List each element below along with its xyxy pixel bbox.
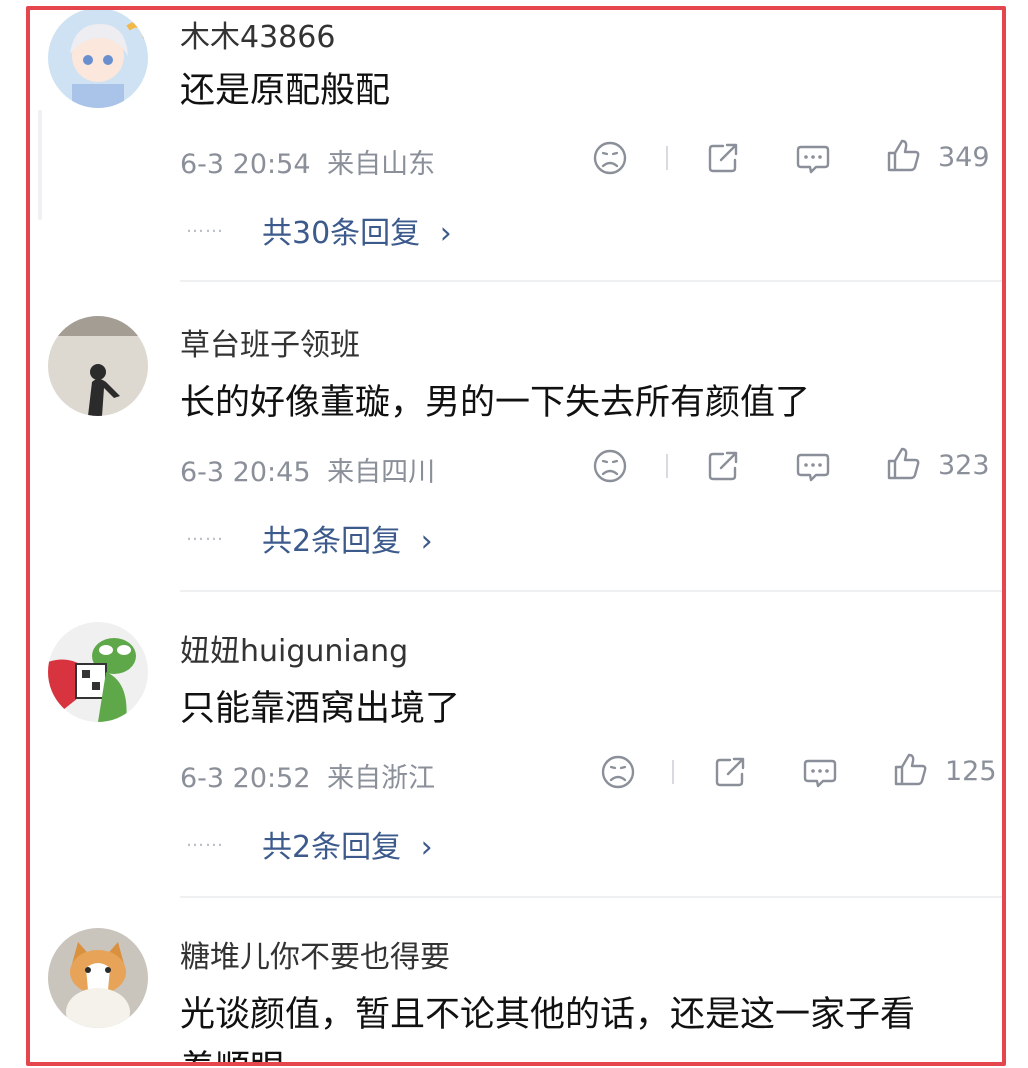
- dislike-icon[interactable]: [590, 138, 630, 178]
- comment-divider: [180, 280, 1002, 282]
- comment-location: 来自四川: [327, 457, 436, 488]
- comment-text: 只能靠酒窝出境了: [180, 689, 461, 729]
- share-icon[interactable]: [710, 752, 750, 792]
- comment-meta: 6-3 20:52 来自浙江: [180, 756, 435, 795]
- comment-text: 还是原配般配: [180, 71, 391, 111]
- dots-icon: ……: [186, 216, 224, 237]
- comment-list-frame: 木木43866 还是原配般配 6-3 20:54 来自山东 349 …… 共30…: [26, 6, 1006, 1066]
- comment-meta: 6-3 20:54 来自山东: [180, 142, 435, 181]
- dots-icon: ……: [186, 830, 224, 851]
- avatar[interactable]: [48, 10, 148, 108]
- comment-icon[interactable]: [793, 138, 833, 178]
- comment-time: 6-3 20:52: [180, 763, 311, 794]
- cat-avatar-icon: [48, 928, 148, 1028]
- share-icon[interactable]: [703, 138, 743, 178]
- username[interactable]: 妞妞huiguniang: [180, 626, 408, 670]
- chevron-right-icon: ›: [420, 830, 433, 865]
- dots-icon: ……: [186, 524, 224, 545]
- divider: [666, 146, 668, 170]
- like-count: 349: [938, 142, 990, 173]
- thumbs-up-icon[interactable]: [883, 136, 923, 176]
- divider: [672, 760, 674, 784]
- comment-text: 长的好像董璇，男的一下失去所有颜值了: [180, 383, 811, 423]
- chevron-right-icon: ›: [420, 524, 433, 559]
- person-silhouette-avatar-icon: [48, 316, 148, 416]
- comment-icon[interactable]: [793, 446, 833, 486]
- view-replies-link[interactable]: 共30条回复 ›: [262, 208, 452, 252]
- avatar[interactable]: [48, 928, 148, 1028]
- comment-divider: [180, 590, 1002, 592]
- chevron-right-icon: ›: [439, 216, 452, 251]
- comment-time: 6-3 20:54: [180, 149, 311, 180]
- comment-text-continued: 着顺眼: [180, 1040, 285, 1062]
- like-count: 323: [938, 450, 990, 481]
- like-count: 125: [945, 756, 997, 787]
- scrollbar[interactable]: [38, 110, 42, 220]
- comment-location: 来自山东: [327, 149, 436, 180]
- comment-meta: 6-3 20:45 来自四川: [180, 450, 435, 489]
- divider: [666, 454, 668, 478]
- replies-label: 共30条回复: [262, 216, 421, 251]
- replies-label: 共2条回复: [262, 830, 402, 865]
- comment-time: 6-3 20:45: [180, 457, 311, 488]
- comment-location: 来自浙江: [327, 763, 436, 794]
- comment-divider: [180, 896, 1002, 898]
- avatar[interactable]: [48, 316, 148, 416]
- comment-icon[interactable]: [800, 752, 840, 792]
- avatar[interactable]: [48, 622, 148, 722]
- replies-label: 共2条回复: [262, 524, 402, 559]
- anime-girl-avatar-icon: [48, 10, 148, 108]
- username[interactable]: 糖堆儿你不要也得要: [180, 932, 450, 976]
- comment-text: 光谈颜值，暂且不论其他的话，还是这一家子看: [180, 995, 916, 1035]
- view-replies-link[interactable]: 共2条回复 ›: [262, 516, 433, 560]
- view-replies-link[interactable]: 共2条回复 ›: [262, 822, 433, 866]
- username[interactable]: 木木43866: [180, 12, 335, 56]
- thumbs-up-icon[interactable]: [890, 750, 930, 790]
- dislike-icon[interactable]: [590, 446, 630, 486]
- dislike-icon[interactable]: [598, 752, 638, 792]
- frog-avatar-icon: [48, 622, 148, 722]
- username[interactable]: 草台班子领班: [180, 320, 360, 364]
- thumbs-up-icon[interactable]: [883, 444, 923, 484]
- share-icon[interactable]: [703, 446, 743, 486]
